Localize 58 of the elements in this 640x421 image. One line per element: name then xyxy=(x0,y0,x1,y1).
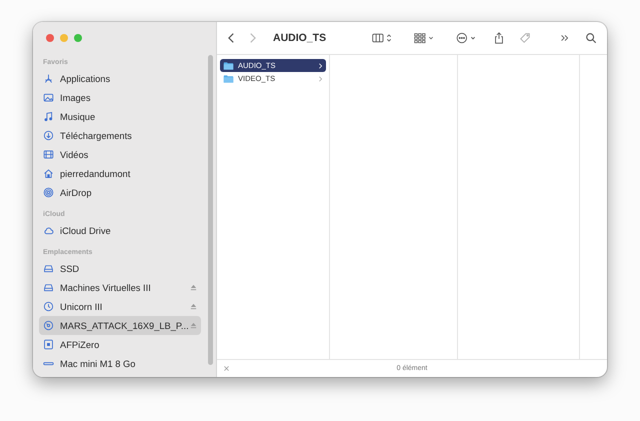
chevrons-icon[interactable] xyxy=(559,32,571,44)
forward-icon[interactable] xyxy=(248,32,257,44)
sidebar-item[interactable]: pierredandumont xyxy=(39,164,201,183)
image-icon xyxy=(43,92,54,103)
folder-icon xyxy=(223,62,234,70)
sidebar-item[interactable]: MARS_ATTACK_16X9_LB_P... xyxy=(39,316,201,335)
chevron-icon xyxy=(318,76,323,82)
back-icon[interactable] xyxy=(227,32,236,44)
sidebar-item[interactable]: SSD xyxy=(39,259,201,278)
minimize-icon[interactable] xyxy=(60,34,68,42)
item-label: SSD xyxy=(60,264,80,274)
sidebar-item[interactable]: Musique xyxy=(39,107,201,126)
cloud-icon xyxy=(43,225,54,236)
search-icon[interactable] xyxy=(585,32,597,44)
tag-icon[interactable] xyxy=(519,32,531,44)
disc-icon xyxy=(43,320,54,331)
close-icon[interactable] xyxy=(46,34,54,42)
item-label: Images xyxy=(60,92,92,102)
sidebar-item[interactable]: Machines Virtuelles III xyxy=(39,278,201,297)
item-label: Applications xyxy=(60,74,112,84)
eject-icon[interactable] xyxy=(190,322,197,329)
item-label: AirDrop xyxy=(60,188,93,198)
item-label: Vidéos xyxy=(60,150,90,160)
item-label: Musique xyxy=(60,112,96,122)
item-label: iCloud Drive xyxy=(60,226,112,236)
item-label: AFPiZero xyxy=(60,340,100,350)
item-label: Machines Virtuelles III xyxy=(60,282,152,292)
airdrop-icon xyxy=(43,187,54,198)
home-icon xyxy=(43,168,54,179)
sidebar-item[interactable]: AFPiZero xyxy=(39,335,201,354)
item-label: Mac mini M1 8 Go xyxy=(60,358,136,368)
server-icon xyxy=(43,339,54,350)
apps-icon xyxy=(43,73,54,84)
sidebar-item[interactable]: Applications xyxy=(39,69,201,88)
sidebar-item[interactable]: Vidéos xyxy=(39,145,201,164)
sidebar-item[interactable]: AirDrop xyxy=(39,183,201,202)
item-label: Téléchargements xyxy=(60,130,133,140)
window-title: AUDIO_TS xyxy=(273,32,326,44)
item-label: Unicorn III xyxy=(60,302,104,312)
chevron-icon xyxy=(318,62,323,68)
sidebar-item[interactable]: Téléchargements xyxy=(39,126,201,145)
clock-icon xyxy=(43,301,54,312)
folder-icon xyxy=(223,74,234,82)
sidebar-item[interactable]: Images xyxy=(39,88,201,107)
download-icon xyxy=(43,130,54,141)
sidebar-item[interactable]: Unicorn III xyxy=(39,297,201,316)
eject-icon[interactable] xyxy=(190,303,197,310)
sidebar-item[interactable]: iCloud Drive xyxy=(39,221,201,240)
music-icon xyxy=(43,111,54,122)
film-icon xyxy=(43,149,54,160)
zoom-icon[interactable] xyxy=(74,34,82,42)
item-label: MARS_ATTACK_16X9_LB_P... xyxy=(60,320,190,330)
item-label: pierredandumont xyxy=(60,168,132,178)
eject-icon[interactable] xyxy=(190,284,197,291)
sidebar-item[interactable]: Mac mini M1 8 Go xyxy=(39,354,201,373)
share-icon[interactable] xyxy=(493,32,505,44)
scrollbar[interactable] xyxy=(208,55,213,365)
close-icon[interactable] xyxy=(223,365,230,372)
